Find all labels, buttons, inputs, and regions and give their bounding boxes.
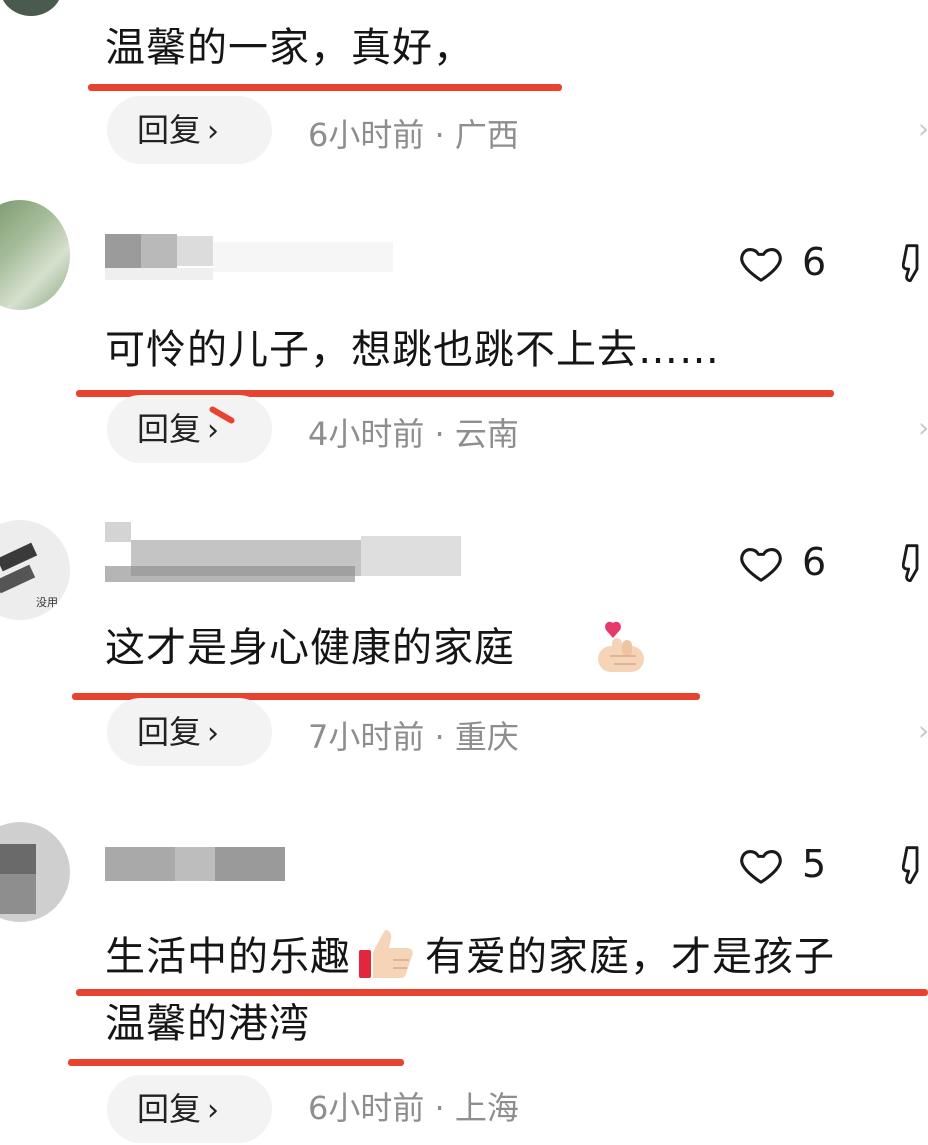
comment-meta: 4小时前 · 云南	[308, 415, 519, 453]
avatar[interactable]: 没用	[0, 520, 70, 620]
avatar[interactable]	[0, 200, 70, 310]
highlight-underline	[88, 84, 562, 91]
reply-button[interactable]: 回复 ›	[107, 1075, 272, 1143]
username-blurred	[105, 522, 465, 584]
like-count: 6	[802, 240, 827, 284]
chevron-right-icon: ›	[207, 716, 220, 751]
heart-outline-icon[interactable]	[738, 540, 784, 586]
comment-text: 这才是身心健康的家庭	[105, 624, 515, 672]
heart-outline-icon[interactable]	[738, 842, 784, 888]
comment-text-part1: 生活中的乐趣	[105, 934, 351, 980]
like-count: 6	[802, 540, 827, 584]
comment-text: 可怜的儿子，想跳也跳不上去……	[105, 327, 720, 373]
reply-label: 回复	[137, 111, 202, 149]
comment-meta: 6小时前 · 广西	[308, 116, 519, 154]
reply-label: 回复	[137, 713, 202, 751]
reply-button[interactable]: 回复 ›	[107, 395, 272, 463]
comment-text-part2: 有爱的家庭，才是孩子	[425, 934, 835, 980]
chevron-right-icon[interactable]: ›	[918, 411, 928, 444]
avatar[interactable]	[0, 822, 70, 922]
highlight-underline	[68, 1059, 404, 1066]
like-count: 5	[802, 842, 827, 886]
thumbs-up-emoji	[359, 930, 413, 978]
comment-text-line2: 温馨的港湾	[105, 1001, 310, 1047]
reply-label: 回复	[137, 1090, 202, 1128]
username-blurred	[105, 234, 405, 280]
avatar[interactable]	[0, 0, 62, 16]
username-blurred	[105, 847, 285, 883]
reply-button[interactable]: 回复 ›	[107, 698, 272, 766]
comment-text-body: 这才是身心健康的家庭	[105, 625, 515, 671]
chevron-right-icon: ›	[207, 1093, 220, 1128]
reply-button[interactable]: 回复 ›	[107, 96, 272, 164]
comment-text: 温馨的一家，真好，	[105, 25, 474, 71]
thumbs-down-outline-icon[interactable]	[902, 540, 928, 588]
avatar-caption: 没用	[36, 596, 58, 609]
thumbs-down-outline-icon[interactable]	[902, 842, 928, 890]
reply-label: 回复	[137, 410, 202, 448]
comment-text: 生活中的乐趣 有爱的家庭，才是孩子	[105, 924, 928, 982]
finger-heart-emoji	[598, 621, 644, 672]
thumbs-down-outline-icon[interactable]	[902, 240, 928, 288]
comment-meta: 6小时前 · 上海	[308, 1089, 519, 1127]
comment-meta: 7小时前 · 重庆	[308, 718, 519, 756]
chevron-right-icon[interactable]: ›	[918, 714, 928, 747]
heart-outline-icon[interactable]	[738, 240, 784, 286]
chevron-right-icon[interactable]: ›	[918, 112, 928, 145]
chevron-right-icon: ›	[207, 114, 220, 149]
highlight-underline	[76, 989, 928, 996]
